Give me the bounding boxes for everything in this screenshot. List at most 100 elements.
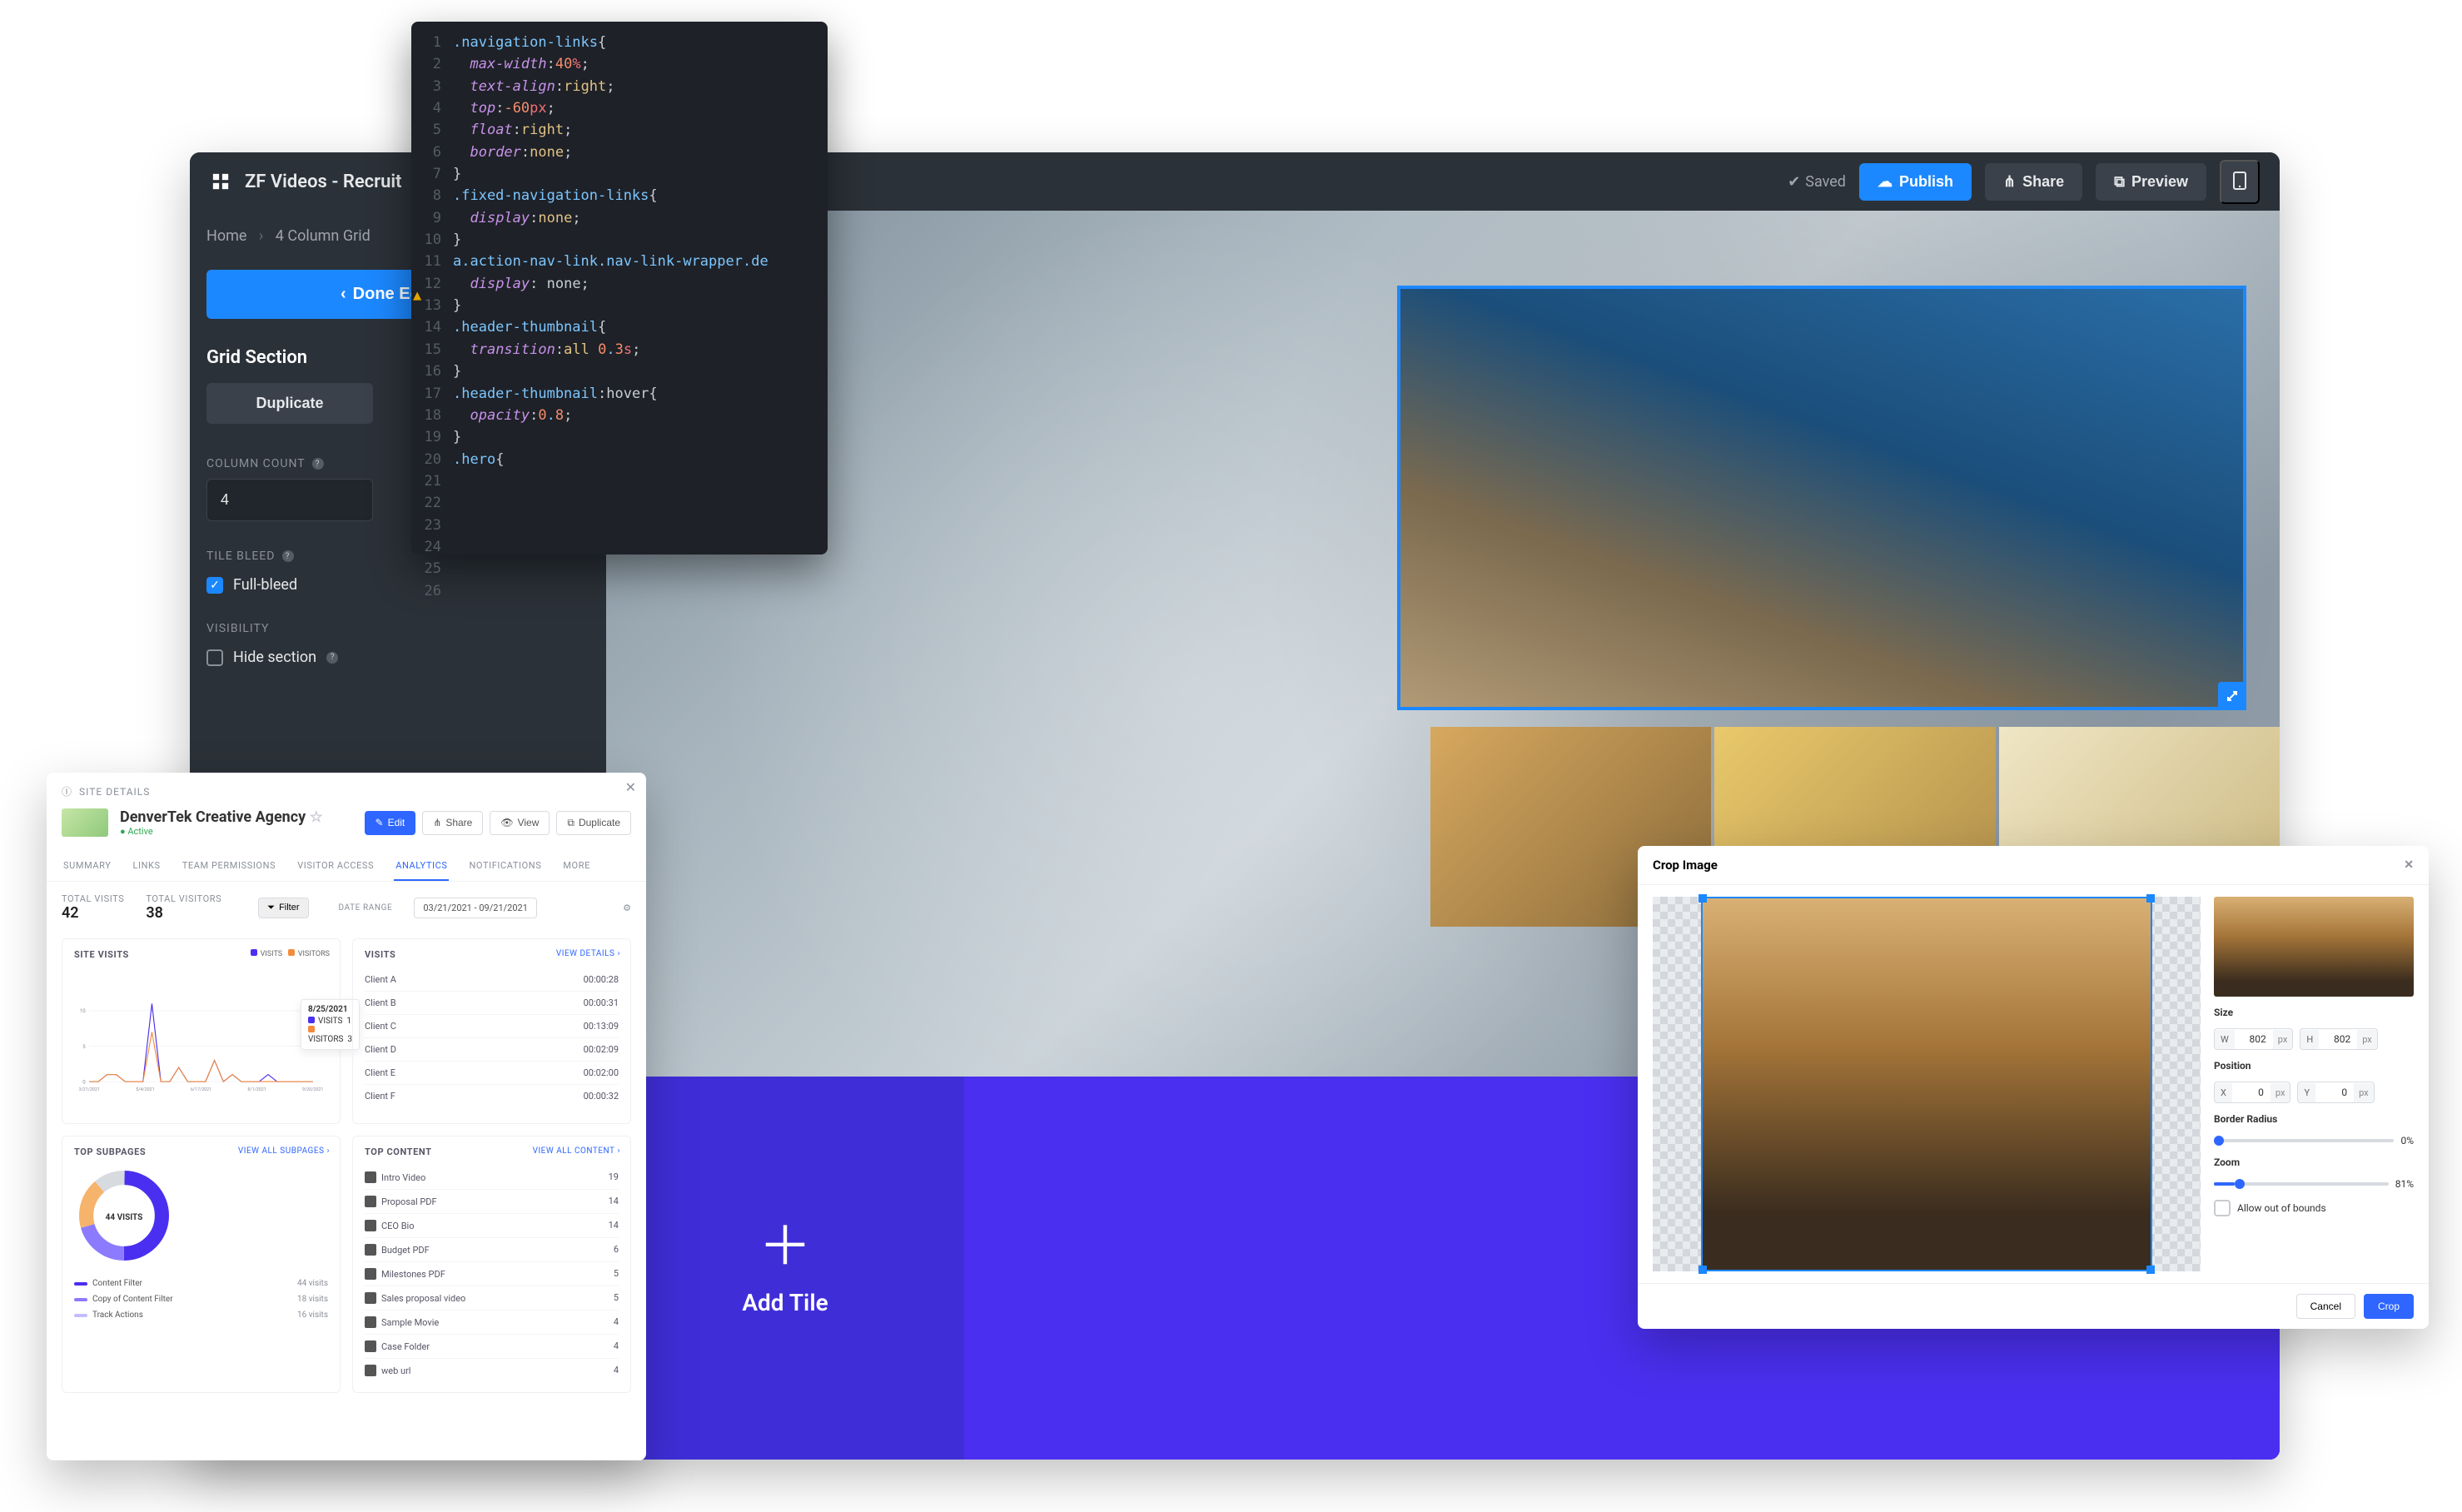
crop-button[interactable]: Crop [2364, 1294, 2414, 1319]
list-item[interactable]: Milestones PDF5 [365, 1262, 619, 1286]
publish-button[interactable]: ☁ Publish [1859, 163, 1972, 201]
check-icon: ✔ [1788, 173, 1800, 191]
zoom-label: Zoom [2214, 1156, 2414, 1168]
svg-text:0: 0 [82, 1079, 86, 1085]
analytics-tabs: SUMMARY LINKS TEAM PERMISSIONS VISITOR ACCE… [47, 848, 646, 882]
tab-notifications[interactable]: NOTIFICATIONS [467, 852, 543, 881]
preview-button[interactable]: ⧉ Preview [2096, 163, 2206, 201]
height-input[interactable]: H802px [2300, 1028, 2377, 1050]
share-button[interactable]: ⋔ Share [1985, 163, 2082, 201]
list-item[interactable]: Budget PDF6 [365, 1238, 619, 1262]
chevron-right-icon: › [617, 949, 620, 958]
list-item[interactable]: Sales proposal video5 [365, 1286, 619, 1311]
crop-handle-icon[interactable] [2146, 894, 2155, 903]
list-item[interactable]: Client F00:00:32 [365, 1085, 619, 1107]
allow-out-of-bounds-checkbox[interactable]: Allow out of bounds [2214, 1200, 2414, 1216]
filter-icon: ⏷ [267, 903, 275, 913]
add-tile-button[interactable]: ＋ Add Tile [606, 1077, 964, 1460]
column-count-input[interactable] [206, 479, 373, 521]
star-icon[interactable]: ☆ [310, 808, 323, 826]
crop-image-modal: Crop Image ✕ Size W802px H802px Position… [1638, 846, 2429, 1329]
code-gutter: 123456789101112▲131415161718192021222324… [411, 22, 450, 555]
list-item[interactable]: Client A00:00:28 [365, 968, 619, 992]
share-button[interactable]: ⋔Share [422, 811, 483, 835]
list-item[interactable]: Sample Movie4 [365, 1311, 619, 1335]
zoom-slider[interactable]: 81% [2214, 1178, 2414, 1190]
crop-handle-icon[interactable] [1699, 1266, 1707, 1274]
list-item[interactable]: web url4 [365, 1359, 619, 1382]
view-all-link[interactable]: VIEW ALL SUBPAGES› [238, 1146, 330, 1156]
close-icon[interactable]: ✕ [2404, 858, 2414, 872]
view-button[interactable]: 👁View [490, 811, 550, 835]
duplicate-button[interactable]: ⧉Duplicate [556, 811, 631, 835]
legend-swatch [288, 949, 295, 956]
crop-handle-icon[interactable] [1699, 894, 1707, 903]
chevron-right-icon: › [617, 1146, 620, 1156]
tab-analytics[interactable]: ANALYTICS [394, 852, 449, 881]
list-item[interactable]: Client D00:02:09 [365, 1038, 619, 1062]
duplicate-button[interactable]: Duplicate [206, 383, 373, 424]
crop-selection[interactable] [1701, 897, 2152, 1271]
list-item[interactable]: Proposal PDF14 [365, 1190, 619, 1214]
code-body[interactable]: .navigation-links{ max-width:40%; text-a… [450, 22, 780, 555]
tab-visitor-access[interactable]: VISITOR ACCESS [296, 852, 376, 881]
full-bleed-checkbox-row[interactable]: ✓ Full-bleed [190, 571, 606, 610]
external-link-icon: ⧉ [2114, 173, 2125, 191]
legend-item: Copy of Content Filter18 visits [74, 1295, 328, 1304]
publish-label: Publish [1899, 173, 1953, 191]
share-icon: ⋔ [433, 817, 441, 828]
border-radius-slider[interactable]: 0% [2214, 1135, 2414, 1146]
metric-value: 42 [62, 904, 124, 922]
hide-section-label: Hide section [233, 649, 316, 666]
help-icon[interactable]: ? [312, 458, 324, 470]
list-item[interactable]: Client B00:00:31 [365, 992, 619, 1015]
edit-button[interactable]: ✎Edit [365, 811, 416, 835]
chevron-right-icon: › [259, 227, 263, 245]
tab-more[interactable]: MORE [561, 852, 592, 881]
filter-button[interactable]: ⏷Filter [258, 898, 308, 918]
top-subpages-card: TOP SUBPAGES VIEW ALL SUBPAGES› 44 VISIT… [62, 1136, 341, 1393]
tab-links[interactable]: LINKS [131, 852, 162, 881]
list-item[interactable]: Case Folder4 [365, 1335, 619, 1359]
crop-stage[interactable] [1653, 897, 2201, 1271]
app-logo-icon [210, 171, 231, 192]
help-icon[interactable]: ? [282, 550, 294, 562]
mobile-preview-button[interactable] [2220, 160, 2260, 204]
date-range-picker[interactable]: 03/21/2021 - 09/21/2021 [414, 898, 537, 918]
phone-icon [2233, 180, 2246, 192]
list-item[interactable]: Intro Video19 [365, 1166, 619, 1190]
selected-image-tile[interactable] [1397, 286, 2246, 710]
list-item[interactable]: CEO Bio14 [365, 1214, 619, 1238]
crop-preview-thumb [2214, 897, 2414, 997]
list-item[interactable]: Client C00:13:09 [365, 1015, 619, 1038]
width-input[interactable]: W802px [2214, 1028, 2293, 1050]
settings-icon[interactable]: ⚙ [623, 903, 631, 913]
help-icon[interactable]: ? [326, 652, 338, 664]
x-input[interactable]: X0px [2214, 1082, 2290, 1103]
site-title: ZF Videos - Recruit [245, 172, 401, 192]
date-range-label: DATE RANGE [339, 903, 393, 913]
view-all-link[interactable]: VIEW ALL CONTENT› [533, 1146, 620, 1156]
info-icon: ⓘ [62, 784, 72, 798]
css-code-editor[interactable]: 123456789101112▲131415161718192021222324… [411, 22, 828, 555]
saved-status: ✔ Saved [1788, 173, 1846, 191]
analytics-panel: ✕ ⓘ SITE DETAILS DenverTek Creative Agen… [47, 773, 646, 1460]
tab-team-permissions[interactable]: TEAM PERMISSIONS [181, 852, 278, 881]
metric-label: TOTAL VISITS [62, 893, 124, 904]
crop-handle-icon[interactable] [2146, 1266, 2155, 1274]
y-input[interactable]: Y0px [2297, 1082, 2374, 1103]
list-item[interactable]: Client E00:02:00 [365, 1062, 619, 1085]
legend-item: Content Filter44 visits [74, 1279, 328, 1288]
close-icon[interactable]: ✕ [625, 779, 636, 795]
modal-header: Crop Image ✕ [1638, 846, 2429, 885]
hide-section-checkbox-row[interactable]: Hide section ? [190, 644, 606, 683]
breadcrumb-home[interactable]: Home [206, 227, 246, 245]
resize-handle-icon[interactable] [2218, 682, 2246, 710]
share-icon: ⋔ [2003, 173, 2016, 191]
view-details-link[interactable]: VIEW DETAILS› [556, 949, 620, 958]
chevron-left-icon: ‹ [341, 285, 346, 304]
crop-settings: Size W802px H802px Position X0px Y0px Bo… [2214, 897, 2414, 1271]
tab-summary[interactable]: SUMMARY [62, 852, 112, 881]
analytics-header: DenverTek Creative Agency ☆ ● Active ✎Ed… [47, 803, 646, 848]
cancel-button[interactable]: Cancel [2296, 1294, 2355, 1319]
